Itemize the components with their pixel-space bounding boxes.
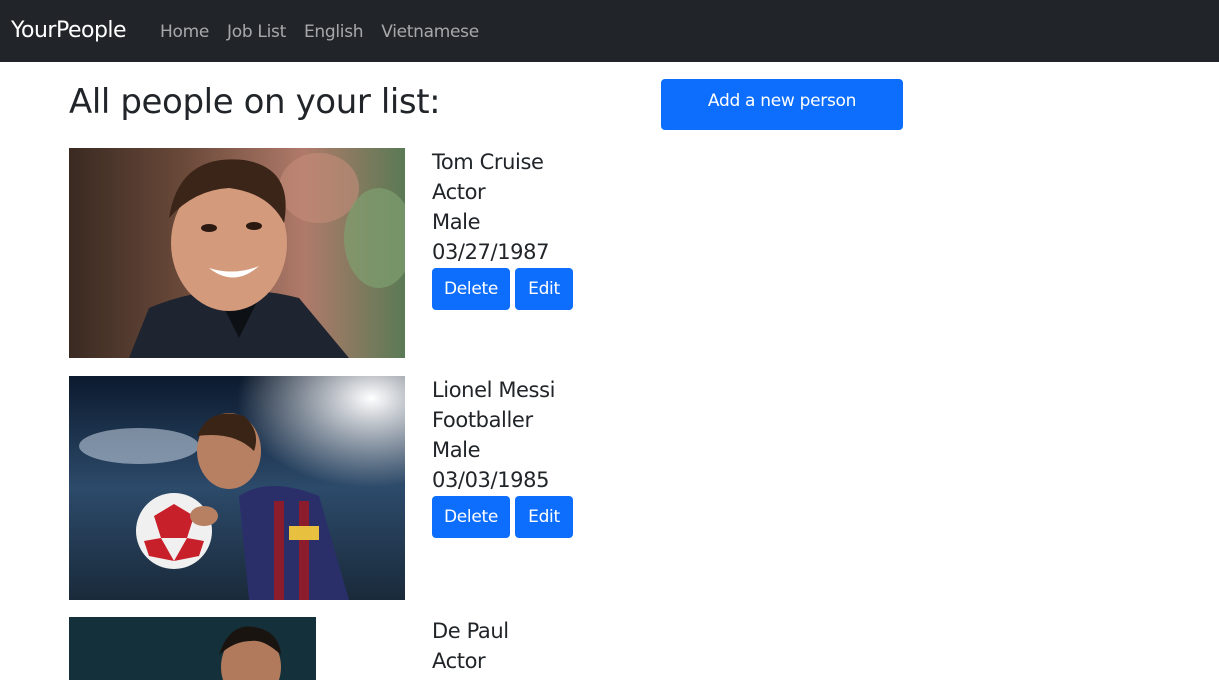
- action-buttons: Delete Edit: [432, 496, 573, 538]
- edit-button[interactable]: Edit: [515, 268, 573, 310]
- person-info: Tom Cruise Actor Male 03/27/1987 Delete …: [432, 147, 573, 310]
- nav-link-job-list[interactable]: Job List: [227, 20, 286, 44]
- page-title: All people on your list:: [69, 82, 441, 122]
- brand-logo[interactable]: YourPeople: [11, 17, 127, 45]
- nav-link-home[interactable]: Home: [160, 20, 209, 44]
- person-info: Lionel Messi Footballer Male 03/03/1985 …: [432, 375, 573, 538]
- nav-links: Home Job List English Vietnamese: [160, 20, 497, 44]
- person-photo: [69, 376, 405, 600]
- person-photo: [69, 148, 405, 358]
- delete-button[interactable]: Delete: [432, 496, 510, 538]
- person-job: Footballer: [432, 408, 533, 432]
- person-dob: 03/27/1987: [432, 240, 550, 264]
- action-buttons: Delete Edit: [432, 268, 573, 310]
- person-photo: [69, 617, 316, 680]
- edit-button[interactable]: Edit: [515, 496, 573, 538]
- person-gender: Male: [432, 210, 481, 234]
- person-job: Actor: [432, 180, 486, 204]
- person-dob: 03/03/1985: [432, 468, 550, 492]
- nav-link-english[interactable]: English: [304, 20, 364, 44]
- person-gender: Male: [432, 438, 481, 462]
- person-info: De Paul Actor: [432, 616, 509, 676]
- person-name: Tom Cruise: [432, 150, 544, 174]
- person-name: De Paul: [432, 619, 509, 643]
- person-job: Actor: [432, 649, 486, 673]
- person-name: Lionel Messi: [432, 378, 556, 402]
- navbar: YourPeople Home Job List English Vietnam…: [0, 0, 1219, 62]
- nav-link-vietnamese[interactable]: Vietnamese: [381, 20, 479, 44]
- add-person-button[interactable]: Add a new person: [661, 79, 903, 130]
- delete-button[interactable]: Delete: [432, 268, 510, 310]
